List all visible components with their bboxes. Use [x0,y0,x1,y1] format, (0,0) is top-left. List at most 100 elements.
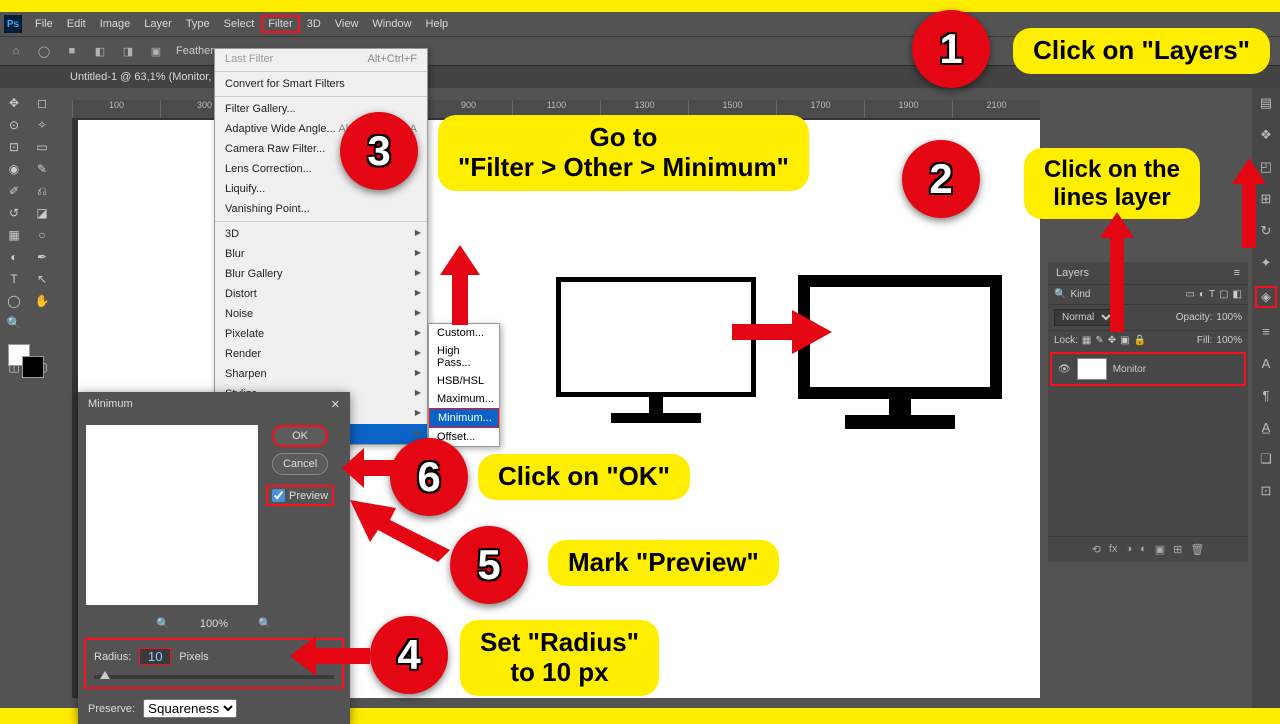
menu-view[interactable]: View [328,18,366,30]
callout-1-text: Click on "Layers" [1013,28,1270,74]
filter-pixel-icon[interactable]: ▭ [1185,289,1194,300]
panel-icon[interactable]: ❖ [1257,126,1275,144]
stamp-tool-icon[interactable]: ⎌ [28,180,56,202]
lock-trans-icon[interactable]: ▦ [1082,335,1091,346]
panel-icon[interactable]: A̲ [1257,418,1275,436]
trash-icon[interactable]: 🗑 [1190,543,1204,556]
preserve-select[interactable]: Squareness [143,699,237,718]
filter-menu-item[interactable]: Blur Gallery [215,264,427,284]
panel-menu-icon[interactable]: ≡ [1234,267,1240,279]
filter-menu-item[interactable]: Pixelate [215,324,427,344]
filter-menu: Last FilterAlt+Ctrl+F Convert for Smart F… [214,48,428,445]
lasso-tool-icon[interactable]: ⊙ [0,114,28,136]
mask-icon[interactable]: ◑ [1125,543,1132,556]
submenu-item[interactable]: Minimum... [429,408,499,428]
submenu-item[interactable]: Maximum... [429,390,499,408]
history-tool-icon[interactable]: ↺ [0,202,28,224]
crop-tool-icon[interactable]: ⊡ [0,136,28,158]
radius-input[interactable] [139,648,171,665]
filter-menu-item[interactable]: Convert for Smart Filters [215,74,427,94]
menu-window[interactable]: Window [365,18,418,30]
menu-layer[interactable]: Layer [137,18,179,30]
menu-help[interactable]: Help [419,18,456,30]
menu-type[interactable]: Type [179,18,217,30]
filter-adj-icon[interactable]: ◐ [1199,289,1205,300]
callout-5-badge: 5 [450,526,528,604]
frame-tool-icon[interactable]: ▭ [28,136,56,158]
zoom-out-icon[interactable]: 🔍 [156,617,170,630]
panel-icon[interactable]: ❏ [1257,450,1275,468]
filter-menu-item[interactable]: Last FilterAlt+Ctrl+F [215,49,427,69]
cancel-button[interactable]: Cancel [272,453,328,475]
close-icon[interactable]: ✕ [331,398,340,411]
filter-menu-item[interactable]: Noise [215,304,427,324]
adj-icon[interactable]: ◐ [1140,543,1147,556]
heal-tool-icon[interactable]: ✎ [28,158,56,180]
lock-all-icon[interactable]: 🔒 [1134,335,1146,346]
zoom-tool-icon[interactable]: 🔍 [0,312,28,334]
hand-tool-icon[interactable]: ✋ [28,290,56,312]
filter-menu-item[interactable]: Vanishing Point... [215,199,427,219]
callout-3-text: Go to"Filter > Other > Minimum" [438,115,809,191]
mode-icon-2[interactable]: ◧ [92,43,108,59]
filter-menu-item[interactable]: Blur [215,244,427,264]
panel-icon[interactable]: A [1257,354,1275,372]
pen-tool-icon[interactable]: ✒ [28,246,56,268]
home-icon[interactable]: ⌂ [8,43,24,59]
filter-type-icon[interactable]: T [1209,289,1215,300]
group-icon[interactable]: ▣ [1155,543,1165,556]
filter-smart-icon[interactable]: ◧ [1233,289,1242,300]
dialog-title: Minimum [88,398,133,411]
layer-monitor[interactable]: 👁 Monitor [1050,352,1246,386]
gradient-tool-icon[interactable]: ▦ [0,224,28,246]
layers-panel-icon[interactable]: ◈ [1255,286,1277,308]
menu-filter[interactable]: Filter [261,15,299,33]
filter-menu-item[interactable]: Sharpen [215,364,427,384]
panel-icon[interactable]: ≡ [1257,322,1275,340]
menu-file[interactable]: File [28,18,60,30]
link-icon[interactable]: ⟲ [1092,543,1101,556]
brush-tool-icon[interactable]: ✐ [0,180,28,202]
fill-value[interactable]: 100% [1216,335,1242,346]
ok-button[interactable]: OK [272,425,328,447]
eyedrop-tool-icon[interactable]: ◉ [0,158,28,180]
menu-image[interactable]: Image [93,18,138,30]
dodge-tool-icon[interactable]: ◐ [0,246,28,268]
preview-checkbox[interactable]: Preview [266,485,334,506]
menu-select[interactable]: Select [217,18,262,30]
blur-tool-icon[interactable]: ○ [28,224,56,246]
panel-icon[interactable]: ✦ [1257,254,1275,272]
shape-tool-icon[interactable]: ◯ [0,290,28,312]
panel-icon[interactable]: ¶ [1257,386,1275,404]
mode-icon-4[interactable]: ▣ [148,43,164,59]
preview-check-input[interactable] [272,489,285,502]
color-swatch[interactable] [0,340,56,380]
new-icon[interactable]: ⊞ [1173,543,1182,556]
visibility-eye-icon[interactable]: 👁 [1058,364,1071,375]
lasso-icon[interactable]: ◯ [36,43,52,59]
menu-edit[interactable]: Edit [60,18,93,30]
filter-menu-item[interactable]: Distort [215,284,427,304]
submenu-item[interactable]: HSB/HSL [429,372,499,390]
mode-icon-3[interactable]: ◨ [120,43,136,59]
fill-label: Fill: [1197,335,1213,346]
move-tool-icon[interactable]: ✥ [0,92,28,114]
marquee-tool-icon[interactable]: ◻ [28,92,56,114]
filter-menu-item[interactable]: 3D [215,224,427,244]
layers-title: Layers [1056,267,1089,279]
type-tool-icon[interactable]: T [0,268,28,290]
mode-icon-1[interactable]: ■ [64,43,80,59]
filter-shape-icon[interactable]: ▢ [1219,289,1228,300]
path-tool-icon[interactable]: ↖ [28,268,56,290]
filter-menu-item[interactable]: Render [215,344,427,364]
wand-tool-icon[interactable]: ✧ [28,114,56,136]
fx-icon[interactable]: fx [1109,543,1118,556]
search-icon[interactable]: 🔍 [1054,289,1066,300]
panel-icon[interactable]: ⊡ [1257,482,1275,500]
eraser-tool-icon[interactable]: ◪ [28,202,56,224]
menu-3d[interactable]: 3D [300,18,328,30]
submenu-item[interactable]: High Pass... [429,342,499,372]
zoom-in-icon[interactable]: 🔍 [258,617,272,630]
opacity-value[interactable]: 100% [1216,312,1242,323]
panel-icon[interactable]: ▤ [1257,94,1275,112]
